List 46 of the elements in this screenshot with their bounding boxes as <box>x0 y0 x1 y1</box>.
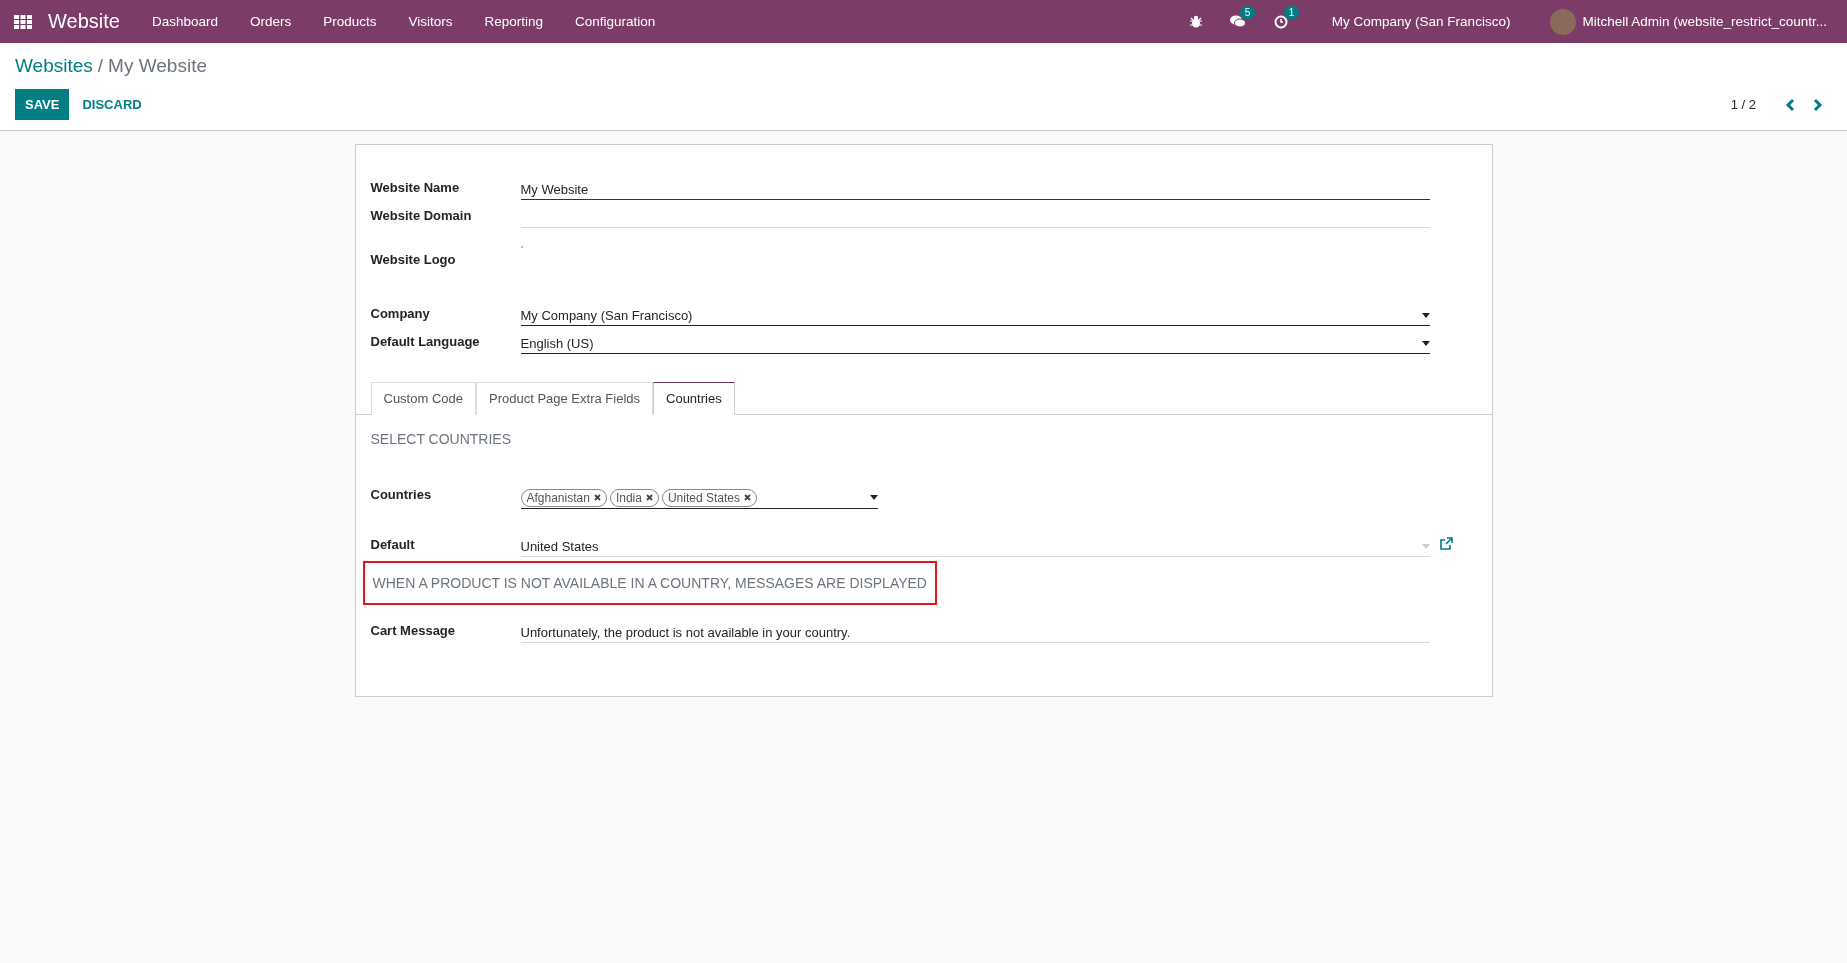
remove-icon[interactable] <box>593 494 601 501</box>
text-field[interactable]: My Website <box>520 180 1430 200</box>
clock-icon[interactable] <box>1273 14 1288 29</box>
pager-counter: 1 / 2 <box>1730 97 1756 112</box>
text-field[interactable]: Unfortunately, the product is not available in your country. <box>520 623 1430 643</box>
field-label: Default Language <box>370 334 481 349</box>
remove-icon[interactable] <box>743 494 751 501</box>
apps-menu-icon[interactable] <box>14 14 32 29</box>
save-button[interactable]: SAVE <box>15 89 70 120</box>
message-count: 5 <box>1239 6 1256 19</box>
app-name[interactable]: Website <box>48 10 120 33</box>
breadcrumb-current: My Website <box>108 55 207 77</box>
breadcrumb-link[interactable]: Websites <box>15 55 93 77</box>
menu-item[interactable]: Dashboard <box>135 14 234 29</box>
chat-icon[interactable] <box>1229 15 1246 28</box>
select-field[interactable]: United States <box>520 537 1430 557</box>
company-switcher[interactable]: My Company (San Francisco) <box>1315 14 1527 29</box>
previous-icon[interactable] <box>1785 97 1795 112</box>
user-menu[interactable]: Mitchell Admin (website_restrict_countr... <box>1576 14 1833 29</box>
field-label: Company <box>370 306 431 321</box>
select-field[interactable]: English (US) <box>520 334 1430 354</box>
menu-item[interactable]: Orders <box>233 14 308 29</box>
tab[interactable]: Product Page Extra Fields <box>476 382 653 415</box>
field-label: Countries <box>370 487 433 502</box>
menu-item[interactable]: Reporting <box>468 14 560 29</box>
field-label: Cart Message <box>370 623 457 638</box>
activity-count: 1 <box>1283 5 1300 19</box>
bug-icon[interactable] <box>1189 15 1202 28</box>
select-field[interactable]: My Company (San Francisco) <box>520 306 1430 326</box>
menu-item[interactable]: Configuration <box>559 14 672 29</box>
field-label: Website Logo <box>370 252 457 267</box>
section-heading: WHEN A PRODUCT IS NOT AVAILABLE IN A COUNTRY, MESSAGES ARE DISPLAYED <box>362 561 937 605</box>
breadcrumb-separator: / <box>97 55 104 77</box>
discard-button[interactable]: DISCARD <box>69 97 155 112</box>
field-label: Website Name <box>370 180 461 195</box>
section-heading: SELECT COUNTRIES <box>370 431 513 449</box>
tags-field[interactable]: Afghanistan India United States <box>520 487 878 509</box>
menu-item[interactable]: Products <box>307 14 393 29</box>
tab[interactable]: Countries <box>653 382 735 415</box>
field-label: Default <box>370 537 416 552</box>
next-icon[interactable] <box>1813 97 1823 112</box>
field-label: Website Domain <box>370 208 473 223</box>
remove-icon[interactable] <box>645 494 653 501</box>
tab[interactable]: Custom Code <box>370 382 476 415</box>
external-link-icon[interactable] <box>1439 537 1453 550</box>
menu-item[interactable]: Visitors <box>392 14 469 29</box>
